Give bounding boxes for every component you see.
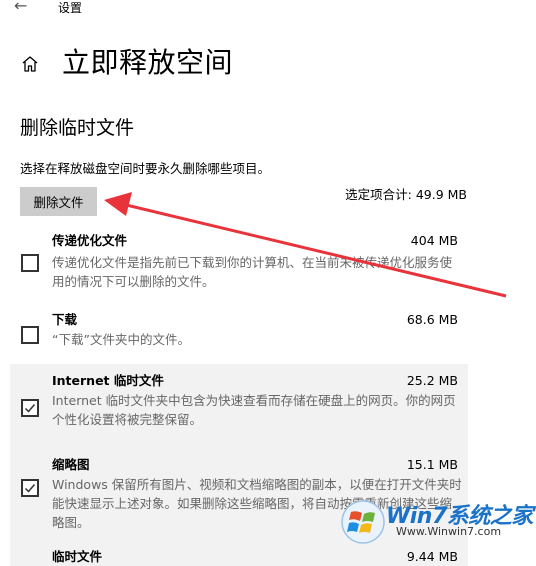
item-size: 404 MB	[410, 233, 458, 248]
section-title: 删除临时文件	[20, 117, 135, 139]
item-description: 传递优化文件是指先前已下载到你的计算机、在当前未被传递优化服务使用的情况下可以删…	[52, 255, 453, 289]
selected-total-label: 选定项合计: 49.9 MB	[345, 187, 467, 202]
checkmark-icon	[24, 404, 36, 413]
back-arrow-icon[interactable]: ←	[14, 0, 27, 15]
page-title: 立即释放空间	[62, 46, 234, 79]
checkmark-icon	[24, 484, 36, 493]
downloads-checkbox[interactable]	[21, 326, 39, 344]
watermark: Win7系统之家 Www.Winwin7.com	[338, 495, 536, 548]
item-name: 传递优化文件	[52, 233, 128, 248]
thumbnails-checkbox[interactable]	[21, 479, 39, 497]
window-title: 设置	[58, 1, 83, 15]
title-bar: ← 设置	[0, 0, 536, 20]
item-size: 15.1 MB	[406, 457, 458, 472]
page-description: 选择在释放磁盘空间时要永久删除哪些项目。	[20, 161, 271, 176]
item-name: 缩略图	[52, 457, 90, 472]
item-name: 临时文件	[52, 549, 103, 564]
list-item-delivery-optimization[interactable]: 传递优化文件 404 MB 传递优化文件是指先前已下载到你的计算机、在当前未被传…	[10, 226, 468, 306]
home-icon[interactable]	[20, 54, 40, 74]
list-item-downloads[interactable]: 下载 68.6 MB “下载”文件夹中的文件。	[10, 306, 468, 364]
windows-logo-icon	[341, 500, 385, 544]
delivery-optimization-checkbox[interactable]	[21, 254, 39, 272]
item-name: Internet 临时文件	[52, 373, 164, 388]
item-size: 25.2 MB	[406, 373, 458, 388]
item-size: 9.44 MB	[406, 549, 458, 564]
item-name: 下载	[52, 312, 78, 327]
watermark-url: Www.Winwin7.com	[396, 525, 502, 538]
list-item-internet-temp[interactable]: Internet 临时文件 25.2 MB Internet 临时文件夹中包含为…	[10, 364, 468, 439]
item-description: Internet 临时文件夹中包含为快速查看而存储在硬盘上的网页。你的网页个性化…	[52, 393, 456, 427]
delete-files-button[interactable]: 删除文件	[20, 187, 97, 216]
internet-temp-checkbox[interactable]	[21, 399, 39, 417]
item-size: 68.6 MB	[406, 312, 458, 327]
item-description: “下载”文件夹中的文件。	[52, 332, 190, 347]
